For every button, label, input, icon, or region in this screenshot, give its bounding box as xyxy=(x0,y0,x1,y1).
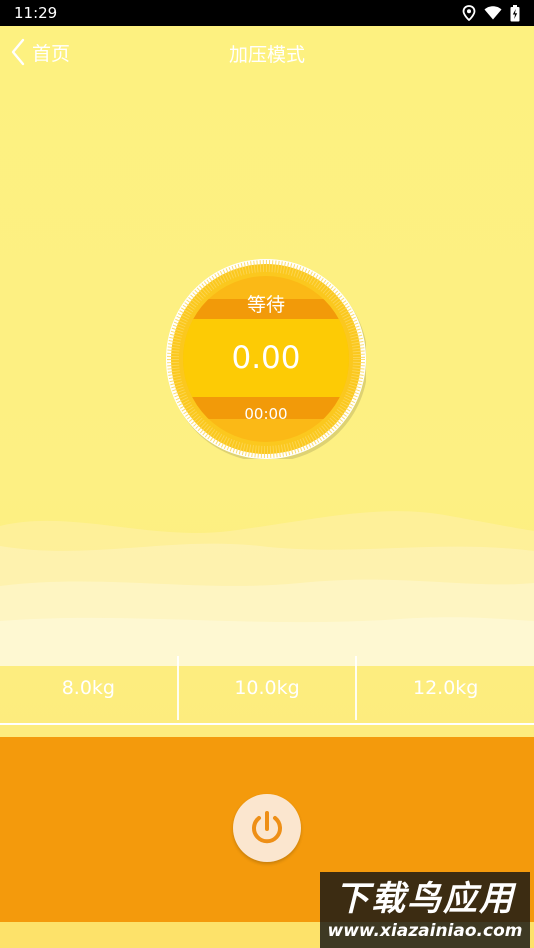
weight-option-12kg[interactable]: 12.0kg xyxy=(357,652,534,724)
location-icon xyxy=(462,5,476,21)
gauge-value: 0.00 xyxy=(231,340,301,376)
weight-underline xyxy=(0,723,534,725)
wifi-icon xyxy=(484,6,502,20)
page-title: 加压模式 xyxy=(228,44,305,66)
weight-divider xyxy=(176,656,179,720)
power-icon xyxy=(252,811,282,844)
weight-option-8kg[interactable]: 8.0kg xyxy=(0,652,177,724)
weight-option-10kg[interactable]: 10.0kg xyxy=(179,652,356,724)
weight-divider xyxy=(355,656,358,720)
status-icons xyxy=(462,4,520,22)
screen: 首页 加压模式 等待 0.00 00:00 8.0kg 10.0kg 12.0k… xyxy=(0,26,534,948)
watermark-title: 下载鸟应用 xyxy=(335,879,515,919)
weight-options: 8.0kg 10.0kg 12.0kg xyxy=(0,652,534,724)
top-bar: 首页 加压模式 xyxy=(0,26,534,78)
wave-background xyxy=(0,511,534,666)
power-button[interactable] xyxy=(233,794,301,862)
watermark-logo: 下载鸟应用 www.xiazainiao.com xyxy=(320,872,530,948)
battery-icon xyxy=(510,4,520,21)
watermark-url: www.xiazainiao.com xyxy=(327,921,523,941)
pressure-gauge: 等待 0.00 00:00 xyxy=(166,259,368,462)
status-bar: 11:29 xyxy=(0,0,534,26)
status-time: 11:29 xyxy=(14,4,58,22)
gauge-timer: 00:00 xyxy=(244,405,288,423)
gauge-state: 等待 xyxy=(246,294,285,316)
